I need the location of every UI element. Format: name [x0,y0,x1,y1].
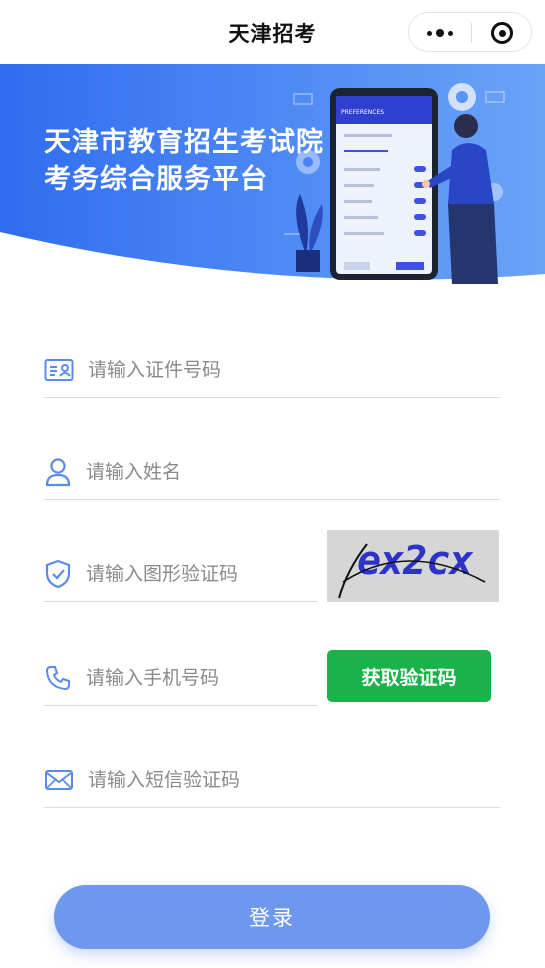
id-number-input[interactable] [88,358,500,381]
login-button[interactable]: 登录 [54,885,490,949]
svg-text:PREFERENCES: PREFERENCES [341,109,384,116]
sms-code-field-row [44,752,500,808]
captcha-input[interactable] [86,562,318,585]
banner-title-line1: 天津市教育招生考试院 [44,127,324,158]
banner-title: 天津市教育招生考试院 考务综合服务平台 [44,124,324,198]
banner: PREFERENCES 天津市教育招生考试院 考务综合服务平台 [0,64,545,284]
id-card-icon [44,355,74,385]
captcha-field-row [44,546,318,602]
id-number-field-row [44,342,500,398]
more-dots-icon[interactable] [409,13,471,53]
captcha-noise-lines [338,543,486,599]
phone-input[interactable] [86,666,318,689]
mini-program-capsule [408,12,532,52]
captcha-image[interactable]: ex2cx [327,530,499,602]
name-field-row [44,444,500,500]
shield-check-icon [44,559,72,589]
banner-title-line2: 考务综合服务平台 [44,164,268,195]
phone-mockup: PREFERENCES [330,88,438,280]
gear-icon [448,83,476,111]
user-icon [44,457,72,487]
get-sms-code-button[interactable]: 获取验证码 [327,650,491,702]
navbar: 天津招考 [0,0,545,64]
phone-field-row [44,650,318,706]
phone-icon [44,663,72,693]
name-input[interactable] [86,460,500,483]
sms-code-input[interactable] [88,768,500,791]
envelope-icon [44,765,74,795]
target-close-icon[interactable] [471,13,533,53]
